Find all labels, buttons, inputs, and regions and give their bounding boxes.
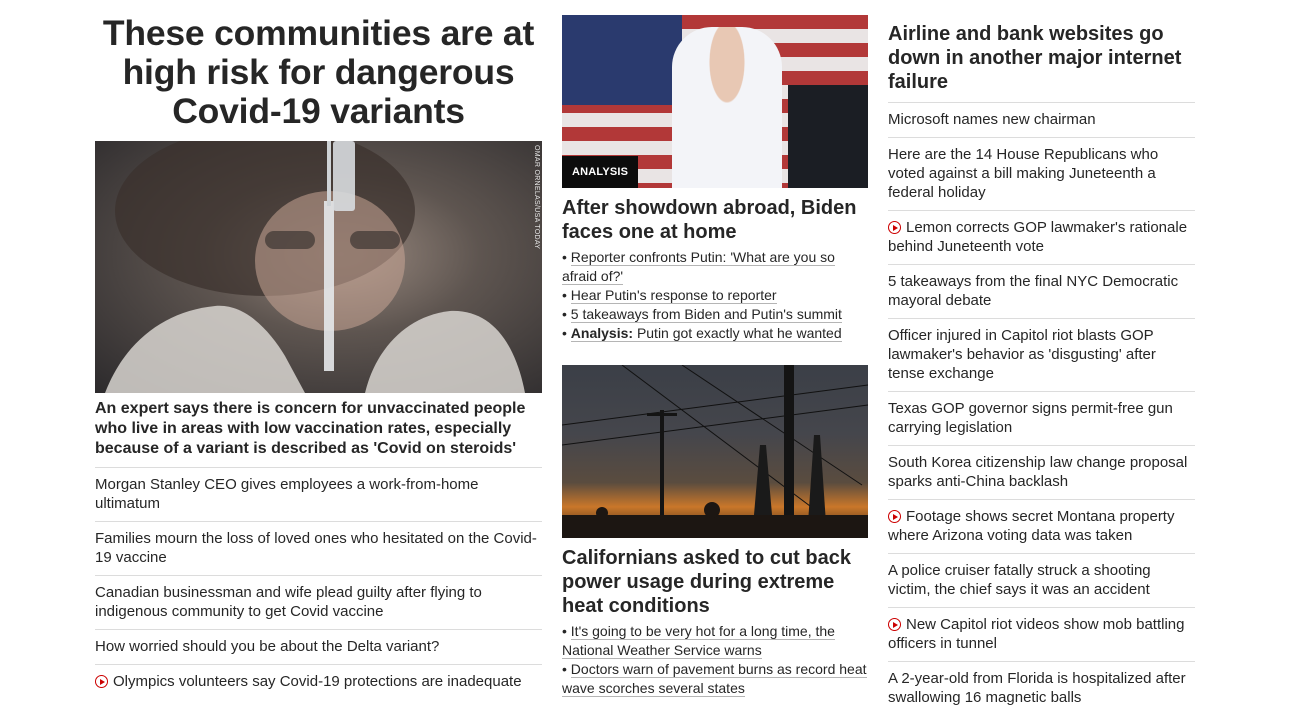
list-item-text: Morgan Stanley CEO gives employees a wor…	[95, 476, 479, 512]
podium	[788, 85, 868, 188]
list-item[interactable]: Lemon corrects GOP lawmaker's rationale …	[888, 210, 1195, 264]
play-circle-icon	[888, 221, 901, 234]
list-item-text: Families mourn the loss of loved ones wh…	[95, 530, 537, 566]
list-item-text: How worried should you be about the Delt…	[95, 638, 440, 655]
bullet-link[interactable]: Reporter confronts Putin: 'What are you …	[562, 249, 835, 285]
bullet-item: • 5 takeaways from Biden and Putin's sum…	[562, 306, 842, 323]
bullet-link[interactable]: Analysis: Putin got exactly what he want…	[570, 325, 842, 342]
list-item[interactable]: Officer injured in Capitol riot blasts G…	[888, 318, 1195, 391]
story-bullets: • It's going to be very hot for a long t…	[562, 622, 868, 698]
story-title[interactable]: Californians asked to cut back power usa…	[562, 546, 868, 618]
list-item-text: Here are the 14 House Republicans who vo…	[888, 146, 1159, 201]
lead-headline[interactable]: These communities are at high risk for d…	[95, 14, 542, 131]
headline-list: Microsoft names new chairman Here are th…	[888, 102, 1195, 715]
story-bullets: • Reporter confronts Putin: 'What are yo…	[562, 248, 868, 343]
bullet-link[interactable]: Doctors warn of pavement burns as record…	[562, 661, 867, 697]
list-item[interactable]: South Korea citizenship law change propo…	[888, 445, 1195, 499]
bullet-item: • Hear Putin's response to reporter	[562, 287, 777, 304]
vaccine-hero-image[interactable]: OMAR ORNELAS/USA TODAY	[95, 141, 542, 393]
speaker-figure	[672, 27, 782, 188]
bullet-link[interactable]: It's going to be very hot for a long tim…	[562, 623, 835, 659]
power-lines-image[interactable]	[562, 365, 868, 538]
lead-related-list: Morgan Stanley CEO gives employees a wor…	[95, 467, 542, 699]
bullet-item: • Doctors warn of pavement burns as reco…	[562, 661, 867, 697]
play-circle-icon	[95, 675, 108, 688]
photo-credit: OMAR ORNELAS/USA TODAY	[533, 145, 540, 250]
list-item[interactable]: New Capitol riot videos show mob battlin…	[888, 607, 1195, 661]
bullet-item: • Reporter confronts Putin: 'What are yo…	[562, 249, 835, 285]
list-item[interactable]: 5 takeaways from the final NYC Democrati…	[888, 264, 1195, 318]
list-item-text: A 2-year-old from Florida is hospitalize…	[888, 670, 1186, 706]
lead-subhead[interactable]: An expert says there is concern for unva…	[95, 399, 542, 459]
list-item[interactable]: A police cruiser fatally struck a shooti…	[888, 553, 1195, 607]
analysis-badge: ANALYSIS	[562, 156, 639, 188]
list-item-text: Texas GOP governor signs permit-free gun…	[888, 400, 1173, 436]
lead-story-column: These communities are at high risk for d…	[95, 14, 542, 699]
story-title[interactable]: After showdown abroad, Biden faces one a…	[562, 196, 868, 244]
list-item[interactable]: Footage shows secret Montana property wh…	[888, 499, 1195, 553]
power-lines-illustration	[562, 365, 868, 538]
bullet-item: • It's going to be very hot for a long t…	[562, 623, 835, 659]
list-item-text: A police cruiser fatally struck a shooti…	[888, 562, 1151, 598]
list-item[interactable]: Microsoft names new chairman	[888, 102, 1195, 137]
headlines-column: Airline and bank websites go down in ano…	[888, 22, 1195, 715]
list-item[interactable]: How worried should you be about the Delt…	[95, 629, 542, 664]
list-item[interactable]: Texas GOP governor signs permit-free gun…	[888, 391, 1195, 445]
bullet-item: • Analysis: Putin got exactly what he wa…	[562, 325, 842, 342]
flag-canton	[562, 15, 682, 105]
list-item[interactable]: A 2-year-old from Florida is hospitalize…	[888, 661, 1195, 715]
biden-image[interactable]: ANALYSIS	[562, 15, 868, 188]
list-item-text: 5 takeaways from the final NYC Democrati…	[888, 273, 1179, 309]
bullet-prefix: Analysis:	[570, 325, 634, 341]
list-item-text: Lemon corrects GOP lawmaker's rationale …	[888, 219, 1188, 255]
list-item-text: Microsoft names new chairman	[888, 111, 1096, 128]
list-item-text: Footage shows secret Montana property wh…	[888, 508, 1175, 544]
bullet-link[interactable]: 5 takeaways from Biden and Putin's summi…	[570, 306, 842, 323]
play-circle-icon	[888, 618, 901, 631]
list-item-text: South Korea citizenship law change propo…	[888, 454, 1188, 490]
bullet-text: Putin got exactly what he wanted	[636, 325, 842, 341]
syringe-illustration	[105, 141, 525, 393]
list-item-text: New Capitol riot videos show mob battlin…	[888, 616, 1185, 652]
list-item[interactable]: Morgan Stanley CEO gives employees a wor…	[95, 467, 542, 521]
list-item[interactable]: Olympics volunteers say Covid-19 protect…	[95, 664, 542, 699]
list-item-text: Canadian businessman and wife plead guil…	[95, 584, 482, 620]
list-item-text: Olympics volunteers say Covid-19 protect…	[113, 673, 522, 690]
bullet-link[interactable]: Hear Putin's response to reporter	[570, 287, 777, 304]
list-item-text: Officer injured in Capitol riot blasts G…	[888, 327, 1156, 382]
secondary-stories-column: ANALYSIS After showdown abroad, Biden fa…	[562, 15, 868, 698]
list-item[interactable]: Canadian businessman and wife plead guil…	[95, 575, 542, 629]
list-item[interactable]: Families mourn the loss of loved ones wh…	[95, 521, 542, 575]
column-headline[interactable]: Airline and bank websites go down in ano…	[888, 22, 1195, 94]
play-circle-icon	[888, 510, 901, 523]
list-item[interactable]: Here are the 14 House Republicans who vo…	[888, 137, 1195, 210]
